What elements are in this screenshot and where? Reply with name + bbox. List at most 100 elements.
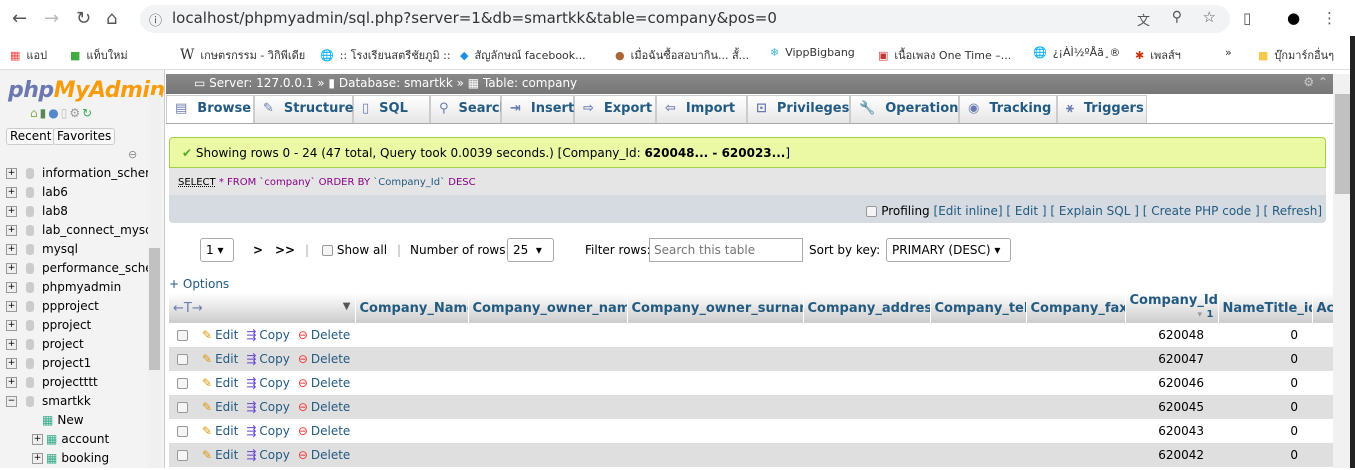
cell-company-id[interactable]: 620046 bbox=[1125, 371, 1218, 395]
cell[interactable] bbox=[1026, 443, 1125, 467]
cell[interactable] bbox=[1312, 323, 1333, 347]
sidebar-db-item[interactable]: + projectttt bbox=[0, 375, 148, 394]
profile-avatar[interactable]: ● bbox=[1287, 9, 1300, 27]
row-checkbox[interactable] bbox=[177, 330, 188, 341]
db-name[interactable]: performance_schema bbox=[42, 261, 148, 275]
sidebar-db-item[interactable]: + information_schema bbox=[0, 166, 148, 185]
sidebar-table-item[interactable]: + ▦ account bbox=[0, 432, 148, 451]
cell[interactable] bbox=[468, 347, 627, 371]
db-name[interactable]: information_schema bbox=[42, 166, 148, 180]
edit-button[interactable]: ✎ Edit bbox=[202, 424, 238, 438]
db-name[interactable]: project bbox=[42, 337, 84, 351]
db-name[interactable]: ppproject bbox=[42, 299, 99, 313]
sidebar-db-item[interactable]: + mysql bbox=[0, 242, 148, 261]
edit-button[interactable]: ✎ Edit bbox=[202, 376, 238, 390]
copy-button[interactable]: ⇶ Copy bbox=[246, 424, 290, 438]
tab-operations[interactable]: 🔧 Operations bbox=[850, 95, 966, 123]
delete-button[interactable]: ⊖ Delete bbox=[298, 352, 351, 366]
cell[interactable] bbox=[930, 443, 1026, 467]
delete-button[interactable]: ⊖ Delete bbox=[298, 328, 351, 342]
cell[interactable] bbox=[355, 443, 468, 467]
tab-search[interactable]: ⚲ Search bbox=[430, 95, 509, 123]
cell[interactable] bbox=[355, 371, 468, 395]
dropdown-icon[interactable]: ▼ bbox=[343, 301, 351, 312]
expand-icon[interactable]: + bbox=[6, 187, 17, 198]
expand-icon[interactable]: + bbox=[6, 244, 17, 255]
column-header-ac[interactable]: Ac bbox=[1312, 293, 1334, 323]
row-checkbox[interactable] bbox=[177, 402, 188, 413]
cell[interactable] bbox=[930, 323, 1026, 347]
expand-icon[interactable]: + bbox=[6, 206, 17, 217]
expand-icon[interactable]: + bbox=[6, 320, 17, 331]
cell[interactable] bbox=[627, 419, 803, 443]
cell[interactable] bbox=[468, 443, 627, 467]
forward-icon[interactable]: → bbox=[44, 8, 59, 29]
bookmark[interactable]: ■ แท็บใหม่ bbox=[70, 46, 128, 64]
copy-button[interactable]: ⇶ Copy bbox=[246, 328, 290, 342]
cell[interactable] bbox=[1312, 347, 1333, 371]
star-icon[interactable]: ☆ bbox=[1203, 8, 1216, 26]
column-header-company_fax[interactable]: Company_fax bbox=[1026, 293, 1126, 323]
home-icon[interactable]: ⌂ bbox=[30, 106, 40, 120]
cell[interactable] bbox=[355, 347, 468, 371]
table-name[interactable]: account bbox=[61, 432, 109, 446]
tab-export[interactable]: ⇨ Export bbox=[574, 95, 656, 123]
tab-structure[interactable]: ✎ Structure bbox=[254, 95, 354, 123]
copy-button[interactable]: ⇶ Copy bbox=[246, 400, 290, 414]
cell[interactable] bbox=[803, 419, 930, 443]
breadcrumb-server[interactable]: Server: 127.0.0.1 bbox=[209, 76, 313, 90]
expand-icon[interactable]: + bbox=[6, 263, 17, 274]
copy-button[interactable]: ⇶ Copy bbox=[246, 448, 290, 462]
arrows-icon[interactable]: ←T→ bbox=[173, 301, 203, 316]
cell-company-id[interactable]: 620042 bbox=[1125, 443, 1218, 467]
other-bookmarks[interactable]: ■ บุ๊กมาร์กอื่นๆ bbox=[1258, 46, 1334, 64]
tab-sql[interactable]: ▯ SQL bbox=[353, 95, 430, 123]
favorites-button[interactable]: Favorites bbox=[53, 128, 116, 145]
more-bookmarks-button[interactable]: » bbox=[1225, 46, 1232, 59]
tab-tracking[interactable]: ◉ Tracking bbox=[959, 95, 1057, 123]
edit-link[interactable]: [ Edit ] bbox=[1006, 204, 1046, 218]
cell[interactable] bbox=[355, 323, 468, 347]
options-toggle[interactable]: + Options bbox=[169, 277, 229, 291]
expand-icon[interactable]: + bbox=[6, 282, 17, 293]
edit-button[interactable]: ✎ Edit bbox=[202, 328, 238, 342]
column-header-company_address[interactable]: Company_address bbox=[803, 293, 931, 323]
cell[interactable] bbox=[627, 323, 803, 347]
show-all-checkbox[interactable] bbox=[322, 245, 333, 256]
link-icon[interactable]: ⊖ bbox=[128, 148, 137, 161]
cell[interactable] bbox=[627, 443, 803, 467]
cell[interactable] bbox=[468, 323, 627, 347]
cell-company-id[interactable]: 620047 bbox=[1125, 347, 1218, 371]
tab-triggers[interactable]: ⚹ Triggers bbox=[1057, 95, 1147, 123]
settings-icon[interactable]: ⚙ ⌃ bbox=[1303, 75, 1328, 89]
sidebar-db-item[interactable]: + project bbox=[0, 337, 148, 356]
sidebar-db-item[interactable]: + lab8 bbox=[0, 204, 148, 223]
reload-icon[interactable]: ↻ bbox=[82, 106, 94, 120]
cell[interactable] bbox=[1312, 395, 1333, 419]
menu-icon[interactable]: ⋮ bbox=[1322, 9, 1337, 27]
expand-icon[interactable]: + bbox=[6, 301, 17, 312]
delete-button[interactable]: ⊖ Delete bbox=[298, 424, 351, 438]
expand-icon[interactable]: + bbox=[32, 434, 43, 445]
cell[interactable] bbox=[1026, 323, 1125, 347]
cell[interactable] bbox=[468, 371, 627, 395]
sort-by-key-select[interactable]: PRIMARY (DESC) ▾ bbox=[886, 238, 1011, 262]
row-checkbox[interactable] bbox=[177, 378, 188, 389]
zoom-icon[interactable]: ⚲ bbox=[1172, 9, 1182, 25]
bookmark[interactable]: 🌐 ¿¡ÀÌ½ºÅä¸® bbox=[1033, 46, 1120, 59]
row-checkbox[interactable] bbox=[177, 354, 188, 365]
cell[interactable] bbox=[1312, 443, 1333, 467]
sidebar-db-item[interactable]: + phpmyadmin bbox=[0, 280, 148, 299]
cell[interactable] bbox=[1026, 347, 1125, 371]
db-name[interactable]: pproject bbox=[42, 318, 91, 332]
column-header-company_owner_name[interactable]: Company_owner_name bbox=[468, 293, 628, 323]
expand-icon[interactable]: + bbox=[32, 453, 43, 464]
bookmark[interactable]: ❄ VippBigbang bbox=[770, 46, 855, 59]
tab-browse[interactable]: ▤ Browse bbox=[166, 95, 254, 123]
cell[interactable] bbox=[930, 395, 1026, 419]
sidebar-db-item[interactable]: + lab_connect_mysql bbox=[0, 223, 148, 242]
cell-nametitle-id[interactable]: 0 bbox=[1218, 347, 1312, 371]
sidebar-db-item[interactable]: + performance_schema bbox=[0, 261, 148, 280]
phpmyadmin-logo[interactable]: phpMyAdmin bbox=[8, 78, 165, 103]
help-icon[interactable]: ● bbox=[48, 106, 60, 120]
